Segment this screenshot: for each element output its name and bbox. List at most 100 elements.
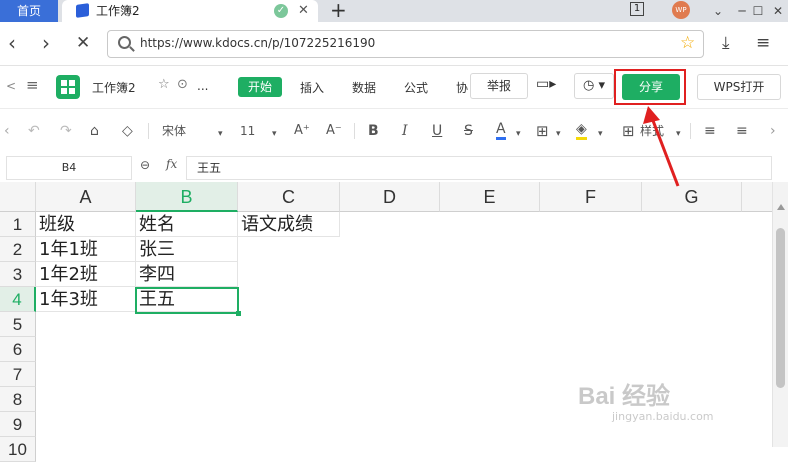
share-button[interactable]: 分享	[622, 74, 680, 100]
stop-loading-icon[interactable]: ✕	[76, 32, 90, 54]
font-name-select[interactable]: 宋体	[162, 122, 186, 140]
zoom-search-icon[interactable]: ⊖	[140, 158, 150, 172]
avatar[interactable]: WP	[672, 1, 690, 19]
format-painter-icon[interactable]: ⌂	[90, 122, 99, 140]
column-header-f[interactable]: F	[540, 182, 642, 212]
row-header-10[interactable]: 10	[0, 437, 36, 462]
bookmark-star-icon[interactable]: ☆	[680, 33, 695, 53]
history-icon[interactable]: ◷ ▾	[574, 73, 614, 99]
underline-button[interactable]: U	[432, 122, 442, 140]
font-size-dropdown-icon[interactable]: ▾	[272, 125, 277, 143]
forward-icon[interactable]: ›	[42, 32, 50, 54]
column-header-c[interactable]: C	[238, 182, 340, 212]
document-tab-title: 工作簿2	[96, 4, 140, 18]
cell-c1[interactable]: 语文成绩	[238, 212, 340, 237]
column-header-a[interactable]: A	[36, 182, 136, 212]
cell-b2[interactable]: 张三	[136, 237, 238, 262]
row-header-4[interactable]: 4	[0, 287, 36, 312]
open-in-wps-button[interactable]: WPS打开	[697, 74, 781, 100]
report-button[interactable]: 举报	[470, 73, 528, 99]
cell-a3[interactable]: 1年2班	[36, 262, 136, 287]
font-size-select[interactable]: 11	[240, 122, 255, 140]
increase-font-size-icon[interactable]: A⁺	[294, 122, 310, 140]
row-header-7[interactable]: 7	[0, 362, 36, 387]
video-meeting-icon[interactable]: ▭▸	[536, 76, 562, 98]
tab-data[interactable]: 数据	[352, 79, 376, 96]
tab-collaborate[interactable]: 协	[456, 79, 468, 96]
style-dropdown-icon[interactable]: ▾	[676, 125, 681, 143]
column-header-b[interactable]: B	[136, 182, 238, 212]
column-header-g[interactable]: G	[642, 182, 742, 212]
font-color-button[interactable]: A	[496, 122, 506, 140]
redo-icon[interactable]: ↷	[60, 122, 72, 140]
function-icon[interactable]: fx	[166, 157, 177, 171]
align-left-icon[interactable]: ≡	[704, 122, 716, 140]
fill-color-icon[interactable]: ◈	[576, 122, 587, 140]
bold-button[interactable]: B	[368, 122, 379, 140]
cell-a4[interactable]: 1年3班	[36, 287, 136, 312]
font-name-dropdown-icon[interactable]: ▾	[218, 125, 223, 143]
style-button[interactable]: 样式	[640, 122, 664, 140]
cell-a1[interactable]: 班级	[36, 212, 136, 237]
app-toolbar: < ≡ 工作簿2 ☆ ⊙ ... 开始 插入 数据 公式 协 举报 ▭▸ ◷ ▾…	[0, 67, 788, 109]
tab-start[interactable]: 开始	[238, 77, 282, 97]
document-title[interactable]: 工作簿2	[92, 79, 136, 96]
chevron-down-icon[interactable]: ⌄	[706, 0, 730, 22]
cell-b3[interactable]: 李四	[136, 262, 238, 287]
star-icon[interactable]: ☆	[158, 77, 170, 92]
collapse-left-icon[interactable]: <	[6, 79, 16, 93]
vertical-scrollbar[interactable]	[772, 182, 788, 447]
watermark-site: jingyan.baidu.com	[612, 410, 714, 423]
new-tab-button[interactable]: +	[330, 0, 347, 22]
more-menu[interactable]: ...	[197, 79, 208, 93]
tab-insert[interactable]: 插入	[300, 79, 324, 96]
back-icon[interactable]: ‹	[8, 32, 16, 54]
cell-b1[interactable]: 姓名	[136, 212, 238, 237]
formula-input[interactable]: 王五	[186, 156, 772, 180]
row-header-5[interactable]: 5	[0, 312, 36, 337]
tab-count-icon[interactable]: 1	[630, 2, 644, 16]
cell-a2[interactable]: 1年1班	[36, 237, 136, 262]
watermark-brand: Bai 经验	[578, 383, 671, 410]
document-tab[interactable]: 工作簿2 ✓ ✕	[62, 0, 318, 22]
table-style-icon[interactable]: ⊞	[622, 122, 635, 140]
row-header-8[interactable]: 8	[0, 387, 36, 412]
fill-color-dropdown-icon[interactable]: ▾	[598, 125, 603, 143]
align-center-icon[interactable]: ≡	[736, 122, 748, 140]
row-header-1[interactable]: 1	[0, 212, 36, 237]
home-tab[interactable]: 首页	[0, 0, 58, 22]
borders-icon[interactable]: ⊞	[536, 122, 549, 140]
name-box[interactable]: B4	[6, 156, 132, 180]
menu-icon[interactable]: ≡	[756, 32, 770, 54]
italic-button[interactable]: I	[402, 122, 408, 140]
column-header-h[interactable]	[742, 182, 772, 212]
toolbar-scroll-right-icon[interactable]: ›	[770, 122, 776, 140]
column-header-e[interactable]: E	[440, 182, 540, 212]
select-all-corner[interactable]	[0, 182, 36, 212]
font-color-dropdown-icon[interactable]: ▾	[516, 125, 521, 143]
close-window-icon[interactable]: ✕	[766, 0, 788, 22]
row-header-9[interactable]: 9	[0, 412, 36, 437]
row-header-6[interactable]: 6	[0, 337, 36, 362]
address-bar[interactable]: https://www.kdocs.cn/p/107225216190 ☆	[107, 30, 704, 58]
undo-icon[interactable]: ↶	[28, 122, 40, 140]
format-toolbar: ‹ ↶ ↷ ⌂ ◇ 宋体 ▾ 11 ▾ A⁺ A⁻ B I U S A ▾ ⊞ …	[0, 110, 788, 152]
tab-formula[interactable]: 公式	[404, 79, 428, 96]
strikethrough-button[interactable]: S	[464, 122, 473, 140]
toolbar-scroll-left-icon[interactable]: ‹	[4, 122, 10, 140]
download-icon[interactable]: ⤓	[722, 32, 730, 54]
scrollbar-thumb[interactable]	[776, 228, 785, 388]
row-header-3[interactable]: 3	[0, 262, 36, 287]
hamburger-menu-icon[interactable]: ≡	[26, 76, 39, 94]
close-tab-icon[interactable]: ✕	[298, 0, 309, 22]
cell-b4[interactable]: 王五	[136, 287, 238, 312]
saved-check-icon: ✓	[274, 4, 288, 18]
cloud-saved-icon: ⊙	[177, 77, 188, 92]
scroll-up-icon[interactable]	[777, 204, 785, 210]
spreadsheet-logo-icon	[56, 75, 80, 99]
column-header-d[interactable]: D	[340, 182, 440, 212]
decrease-font-size-icon[interactable]: A⁻	[326, 122, 342, 140]
clear-format-icon[interactable]: ◇	[122, 122, 133, 140]
borders-dropdown-icon[interactable]: ▾	[556, 125, 561, 143]
row-header-2[interactable]: 2	[0, 237, 36, 262]
